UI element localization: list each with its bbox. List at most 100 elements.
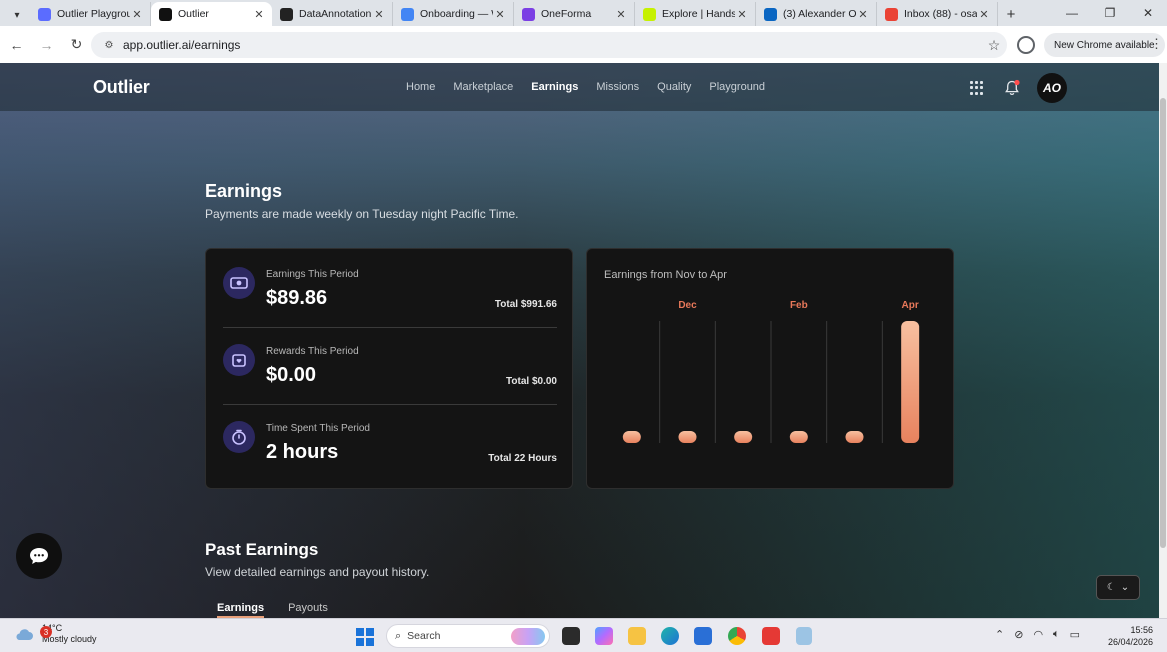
browser-tab[interactable]: Outlier Playground✕ — [30, 2, 151, 26]
notification-bell-icon[interactable] — [1003, 79, 1021, 97]
browser-tab[interactable]: OneForma ✕ — [514, 2, 635, 26]
windows-start-icon[interactable] — [356, 628, 374, 646]
back-icon[interactable]: ← — [3, 31, 30, 58]
search-label: Search — [407, 630, 441, 642]
chart-bar[interactable] — [678, 431, 697, 443]
tab-favicon-icon — [643, 7, 656, 21]
theme-toggle-button[interactable]: ☾ ⌄ — [1096, 575, 1140, 600]
new-tab-button[interactable]: + — [998, 2, 1024, 26]
tab-favicon-icon — [401, 7, 414, 21]
minimize-icon[interactable]: — — [1053, 0, 1091, 26]
new-chrome-button[interactable]: New Chrome available — [1044, 33, 1165, 57]
browser-tab[interactable]: Outlier ✕ — [151, 2, 272, 26]
chart-bar[interactable] — [845, 431, 864, 443]
url-text[interactable]: app.outlier.ai/earnings — [123, 38, 981, 52]
nav-link-quality[interactable]: Quality — [657, 81, 691, 93]
browser-tab[interactable]: DataAnnotation ✕ — [272, 2, 393, 26]
network-off-icon[interactable]: ⊘ — [1014, 628, 1023, 641]
forward-icon[interactable]: → — [33, 31, 60, 58]
windows-taskbar: 3 14°C Mostly cloudy ⌕ Search ⌃ ⊘ ◠ 🔈︎ ▭… — [0, 618, 1167, 652]
menu-kebab-icon[interactable]: ⋮ — [1150, 36, 1163, 52]
clock-date: 26/04/2026 — [1108, 637, 1154, 647]
chart-bar[interactable] — [901, 321, 920, 443]
time-period-value: 2 hours — [266, 441, 339, 463]
tab-label: Outlier — [178, 8, 209, 20]
browser-tab[interactable]: (3) Alexander Ov ✕ — [756, 2, 877, 26]
apps-grid-icon[interactable] — [970, 81, 984, 95]
omnibox[interactable]: ⚙ app.outlier.ai/earnings ☆ — [91, 32, 1007, 58]
address-bar: ← → ↻ ⚙ app.outlier.ai/earnings ☆ New Ch… — [0, 26, 1167, 63]
nav-link-marketplace[interactable]: Marketplace — [453, 81, 513, 93]
timer-icon — [223, 421, 255, 453]
edge-icon[interactable] — [661, 627, 679, 645]
maximize-icon[interactable]: ❐ — [1091, 0, 1129, 26]
divider — [223, 327, 557, 328]
window-controls: — ❐ ✕ — [1053, 0, 1167, 26]
chart-bar[interactable] — [734, 431, 753, 443]
browser-tab[interactable]: Inbox (88) - osay ✕ — [877, 2, 998, 26]
chart-bar[interactable] — [789, 431, 808, 443]
tab-earnings[interactable]: Earnings — [217, 602, 265, 618]
nav-link-earnings[interactable]: Earnings — [531, 81, 578, 93]
tab-payouts[interactable]: Payouts — [288, 602, 328, 618]
past-earnings-tabs: Earnings Payouts — [217, 602, 328, 618]
page-subtitle: Payments are made weekly on Tuesday nigh… — [205, 207, 519, 221]
moon-icon: ☾ — [1106, 582, 1116, 593]
page-title: Earnings — [205, 181, 283, 201]
chrome-icon[interactable] — [728, 627, 746, 645]
tab-label: DataAnnotation — [299, 8, 372, 20]
taskbar-clock[interactable]: 15:56 26/04/2026 — [1108, 624, 1153, 648]
nav-link-missions[interactable]: Missions — [596, 81, 639, 93]
chevron-up-icon[interactable]: ⌃ — [995, 628, 1004, 641]
tab-close-icon[interactable]: ✕ — [493, 8, 507, 21]
tab-close-icon[interactable]: ✕ — [252, 8, 266, 21]
nav-link-home[interactable]: Home — [406, 81, 435, 93]
site-info-icon[interactable]: ⚙ — [97, 40, 121, 51]
wifi-icon[interactable]: ◠ — [1033, 628, 1043, 641]
tab-close-icon[interactable]: ✕ — [856, 8, 870, 21]
earnings-period-row: Earnings This Period $89.86 Total $991.6… — [223, 267, 557, 327]
browser-tab[interactable]: Onboarding — W✕ — [393, 2, 514, 26]
volume-icon[interactable]: 🔈︎ — [1053, 628, 1060, 641]
tab-favicon-icon — [38, 7, 51, 21]
page-scrollbar[interactable] — [1159, 63, 1167, 618]
search-icon: ⌕ — [395, 629, 402, 642]
avatar[interactable]: AO — [1037, 73, 1067, 103]
chart-bar[interactable] — [622, 431, 641, 443]
site-logo[interactable]: Outlier — [93, 77, 150, 98]
recorder-app-icon[interactable] — [762, 627, 780, 645]
rewards-period-row: Rewards This Period $0.00 Total $0.00 — [223, 344, 557, 404]
tab-search-icon[interactable]: ▾ — [4, 4, 30, 26]
time-period-row: Time Spent This Period 2 hours Total 22 … — [223, 421, 557, 481]
chart-month-label: Dec — [678, 300, 697, 311]
task-view-icon[interactable] — [562, 627, 580, 645]
snipping-tool-icon[interactable] — [796, 627, 812, 645]
tab-close-icon[interactable]: ✕ — [130, 8, 144, 21]
copilot-icon[interactable] — [595, 627, 613, 645]
time-total: Total 22 Hours — [488, 453, 557, 464]
bookmark-star-icon[interactable]: ☆ — [981, 37, 1007, 54]
tab-close-icon[interactable]: ✕ — [614, 8, 628, 21]
chat-button[interactable] — [16, 533, 62, 579]
nav-link-playground[interactable]: Playground — [709, 81, 765, 93]
close-window-icon[interactable]: ✕ — [1129, 0, 1167, 26]
tab-close-icon[interactable]: ✕ — [372, 8, 386, 21]
tab-favicon-icon — [764, 7, 777, 21]
battery-icon[interactable]: ▭ — [1070, 628, 1080, 641]
reload-icon[interactable]: ↻ — [63, 31, 90, 58]
tab-favicon-icon — [159, 7, 172, 21]
site-header: Outlier Home Marketplace Earnings Missions Q… — [0, 63, 1159, 111]
store-icon[interactable] — [694, 627, 712, 645]
clock-time: 15:56 — [1130, 625, 1154, 635]
file-explorer-icon[interactable] — [628, 627, 646, 645]
profile-icon[interactable] — [1017, 36, 1035, 54]
browser-tab[interactable]: Explore | Handsh ✕ — [635, 2, 756, 26]
tab-close-icon[interactable]: ✕ — [735, 8, 749, 21]
tab-close-icon[interactable]: ✕ — [977, 8, 991, 21]
weather-widget[interactable]: 3 14°C Mostly cloudy — [14, 623, 97, 645]
taskbar-search[interactable]: ⌕ Search — [386, 624, 550, 648]
tab-label: OneForma — [541, 8, 592, 20]
earnings-period-label: Earnings This Period — [266, 269, 359, 280]
earnings-total: Total $991.66 — [494, 299, 557, 310]
main-nav: Home Marketplace Earnings Missions Quality Pl… — [406, 81, 765, 93]
